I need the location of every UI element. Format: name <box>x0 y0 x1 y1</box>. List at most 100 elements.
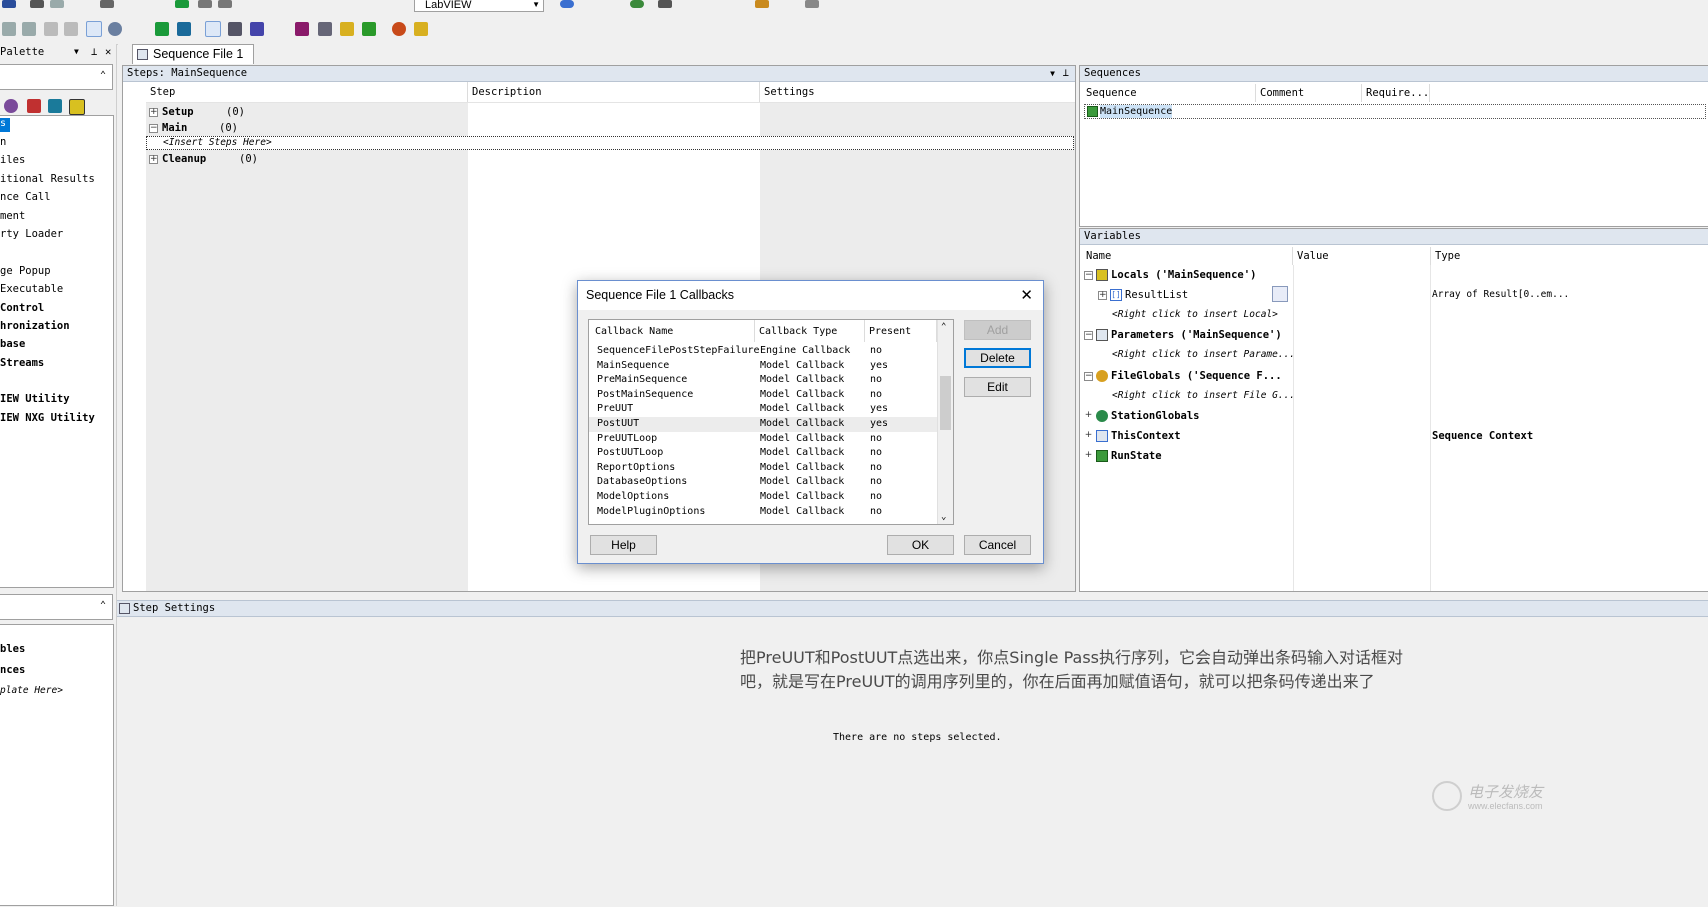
palette-item-selected[interactable]: s <box>0 118 10 132</box>
key-icon[interactable] <box>414 22 428 36</box>
add-button[interactable]: Add <box>964 320 1031 340</box>
palette-item[interactable]: IEW NXG Utility <box>0 412 95 424</box>
callback-row[interactable]: PreUUT Model Callback yes <box>597 402 937 417</box>
sequence-icon[interactable] <box>69 99 85 115</box>
collapse-icon[interactable]: − <box>1084 331 1093 340</box>
palette-item[interactable]: hronization <box>0 320 70 332</box>
globe-icon[interactable] <box>560 0 574 8</box>
delete-button[interactable]: Delete <box>964 348 1031 368</box>
callback-row[interactable]: PostMainSequence Model Callback no <box>597 388 937 403</box>
callback-row[interactable]: ModelOptions Model Callback no <box>597 490 937 505</box>
close-icon[interactable]: ✕ <box>105 44 111 60</box>
callback-row[interactable]: ModelPluginOptions Model Callback no <box>597 505 937 520</box>
close-icon[interactable]: ✕ <box>1020 286 1033 304</box>
expand-icon[interactable]: + <box>1098 291 1107 300</box>
array-bounds-icon[interactable] <box>1272 286 1288 302</box>
palette-item[interactable]: IEW Utility <box>0 393 70 405</box>
palette-item[interactable]: nce Call <box>0 191 51 203</box>
column-header-sequence[interactable]: Sequence <box>1082 84 1256 102</box>
templates-item[interactable]: bles <box>0 643 25 655</box>
tools-icon[interactable] <box>318 22 332 36</box>
dll-icon[interactable] <box>27 99 41 113</box>
column-header-callback-type[interactable]: Callback Type <box>755 320 865 342</box>
insert-steps-row[interactable]: <Insert Steps Here> <box>146 136 1074 150</box>
ok-button[interactable]: OK <box>887 535 954 555</box>
cut-icon[interactable] <box>30 0 44 8</box>
dotnet-icon[interactable] <box>48 99 62 113</box>
expand-icon[interactable]: + <box>1084 431 1093 441</box>
expand-icon[interactable]: + <box>1084 411 1093 421</box>
callback-row[interactable]: MainSequence Model Callback yes <box>597 359 937 374</box>
save-icon[interactable] <box>2 0 16 8</box>
column-header-value[interactable]: Value <box>1293 247 1431 265</box>
palette-item[interactable]: ment <box>0 210 25 222</box>
cancel-button[interactable]: Cancel <box>964 535 1031 555</box>
find-icon[interactable] <box>658 0 672 8</box>
callback-row[interactable]: DatabaseOptions Model Callback no <box>597 475 937 490</box>
open-icon[interactable] <box>22 22 36 36</box>
edit-mode-icon[interactable] <box>86 21 102 37</box>
column-header-settings[interactable]: Settings <box>760 82 1075 102</box>
chevron-down-icon[interactable]: ▼ <box>74 44 79 60</box>
edit-button[interactable]: Edit <box>964 377 1031 397</box>
wand-icon[interactable] <box>340 22 354 36</box>
collapse-icon[interactable]: − <box>1084 372 1093 381</box>
chevron-up-icon[interactable]: ⌃ <box>100 600 106 611</box>
column-header-present[interactable]: Present <box>865 320 937 342</box>
step-over-icon[interactable] <box>177 22 191 36</box>
step-into-icon[interactable] <box>155 22 169 36</box>
undo-icon[interactable] <box>100 0 114 8</box>
scroll-down-icon[interactable]: ⌄ <box>941 512 946 522</box>
options-icon[interactable] <box>805 0 819 8</box>
new-icon[interactable] <box>2 22 16 36</box>
watch-icon[interactable] <box>250 22 264 36</box>
palette-item[interactable]: ge Popup <box>0 265 51 277</box>
expand-icon[interactable]: + <box>149 155 158 164</box>
insert-fileglobal-placeholder[interactable]: <Right click to insert File G... <box>1112 388 1295 404</box>
globe-user-icon[interactable] <box>392 22 406 36</box>
collapse-icon[interactable]: − <box>1084 271 1093 280</box>
column-header-name[interactable]: Name <box>1082 247 1293 265</box>
palette-item[interactable]: base <box>0 338 25 350</box>
adapter-select[interactable]: LabVIEW ▼ <box>414 0 544 12</box>
collapse-icon[interactable]: − <box>149 124 158 133</box>
workspace-icon[interactable] <box>755 0 769 8</box>
chevron-up-icon[interactable]: ⌃ <box>100 70 106 81</box>
scroll-up-icon[interactable]: ⌃ <box>941 322 946 332</box>
palette-item[interactable]: n <box>0 136 6 148</box>
pause-icon[interactable] <box>198 0 212 8</box>
tab-sequence-file-1[interactable]: Sequence File 1 <box>132 44 255 64</box>
column-header-requirements[interactable]: Require... <box>1362 84 1430 102</box>
remove-icon[interactable] <box>64 22 78 36</box>
palette-item[interactable]: itional Results <box>0 173 95 185</box>
palette-item[interactable]: Executable <box>0 283 63 295</box>
templates-collapse-bar[interactable]: ⌃ <box>0 594 113 620</box>
pin-icon[interactable]: ⊥ <box>1063 66 1069 81</box>
sequence-row-mainsequence[interactable]: MainSequence <box>1084 104 1706 119</box>
labview-icon[interactable] <box>4 99 18 113</box>
variable-resultlist[interactable]: + [] ResultList Array of Result[0..em... <box>1098 286 1698 303</box>
chevron-down-icon[interactable]: ▼ <box>1050 66 1055 81</box>
callbacks-list[interactable]: Callback Name Callback Type Present Sequ… <box>588 319 954 525</box>
palette-item[interactable]: Streams <box>0 357 44 369</box>
help-button[interactable]: Help <box>590 535 657 555</box>
expand-icon[interactable]: + <box>1084 451 1093 461</box>
sync-icon[interactable] <box>108 22 122 36</box>
step-out-icon[interactable] <box>228 22 242 36</box>
insert-local-placeholder[interactable]: <Right click to insert Local> <box>1112 307 1278 323</box>
templates-item[interactable]: nces <box>0 664 25 676</box>
book-icon[interactable] <box>295 22 309 36</box>
expand-icon[interactable]: + <box>149 108 158 117</box>
column-header-step[interactable]: Step <box>146 82 468 102</box>
add-icon[interactable] <box>44 22 58 36</box>
stop-icon[interactable] <box>218 0 232 8</box>
column-header-type[interactable]: Type <box>1431 247 1708 265</box>
column-header-comment[interactable]: Comment <box>1256 84 1362 102</box>
templates-item[interactable]: plate Here> <box>0 685 63 696</box>
callback-row[interactable]: SequenceFilePostStepFailure Engine Callba… <box>597 344 937 359</box>
column-header-description[interactable]: Description <box>468 82 760 102</box>
column-header-callback-name[interactable]: Callback Name <box>589 320 755 342</box>
help-icon[interactable] <box>362 22 376 36</box>
pin-icon[interactable]: ⊥ <box>91 44 97 60</box>
insert-parameter-placeholder[interactable]: <Right click to insert Parame... <box>1112 347 1295 363</box>
